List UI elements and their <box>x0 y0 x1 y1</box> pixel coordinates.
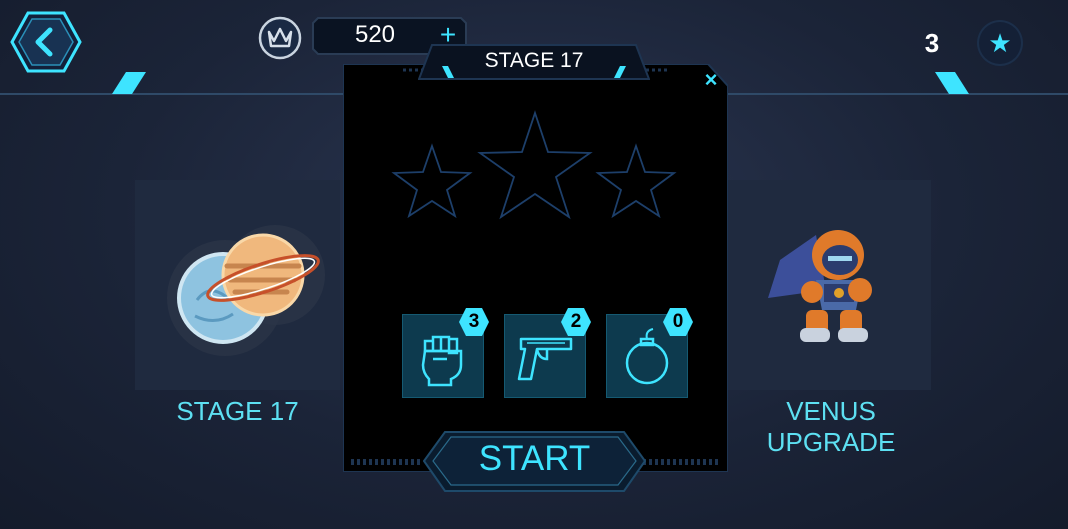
header-accent-left <box>112 72 146 94</box>
star-outline-icon <box>391 143 473 219</box>
coin-count: 520 <box>354 21 396 48</box>
start-label: START <box>478 439 591 478</box>
upgrade-card-label: VENUS UPGRADE <box>766 396 896 457</box>
back-button[interactable] <box>10 11 82 73</box>
upgrade-card[interactable] <box>728 180 931 390</box>
robot-icon <box>768 230 872 342</box>
close-button[interactable]: × <box>699 68 723 92</box>
stage-card-label: STAGE 17 <box>176 396 299 426</box>
dialog-title: STAGE 17 <box>484 49 584 72</box>
bomb-count: 0 <box>672 311 684 332</box>
star-icon: ★ <box>988 28 1012 58</box>
pistol-count: 2 <box>570 311 582 332</box>
stage-rating <box>391 110 677 220</box>
star-badge: ★ <box>977 20 1023 66</box>
fist-count: 3 <box>468 311 480 332</box>
crown-icon <box>258 16 302 60</box>
header-accent-right <box>935 72 969 94</box>
star-outline-icon <box>595 143 677 219</box>
planet-icon <box>167 225 325 356</box>
star-outline-icon <box>477 110 593 220</box>
stage-card[interactable] <box>135 180 340 390</box>
star-count: 3 <box>924 28 940 58</box>
